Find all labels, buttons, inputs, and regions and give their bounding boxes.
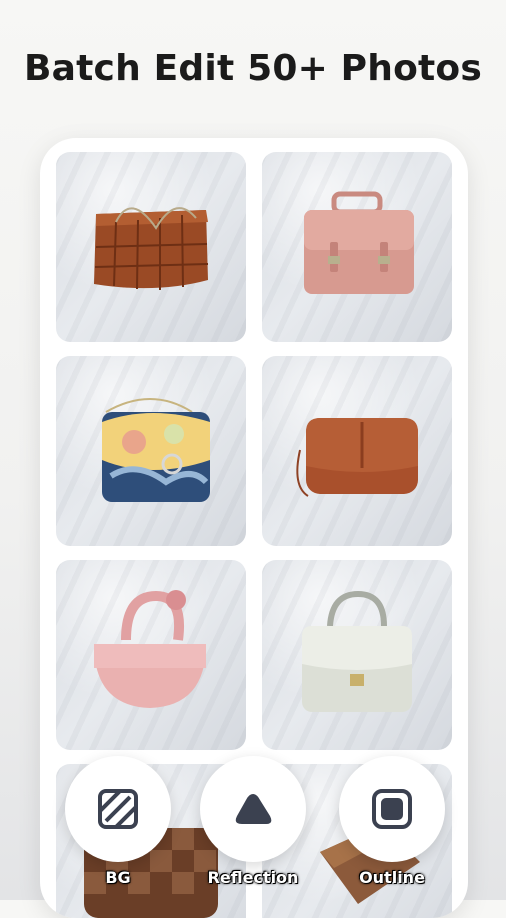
page-headline: Batch Edit 50+ Photos — [24, 48, 482, 89]
floral-bag-image — [102, 398, 210, 502]
outline-square-icon — [372, 789, 412, 829]
photo-tile-pink-half-moon[interactable] — [56, 560, 246, 750]
reflection-button[interactable] — [200, 756, 306, 862]
bg-label: BG — [105, 868, 131, 887]
pink-satchel-image — [304, 191, 414, 294]
reflection-shape-icon — [235, 794, 272, 824]
photo-tile-floral-bag[interactable] — [56, 356, 246, 546]
brown-tote-image — [94, 207, 209, 290]
photo-tile-brown-tote[interactable] — [56, 152, 246, 342]
bg-button[interactable] — [65, 756, 171, 862]
outline-button[interactable] — [339, 756, 445, 862]
outline-label: Outline — [359, 868, 425, 887]
photo-tile-silver-bag[interactable] — [262, 560, 452, 750]
photo-tile-tan-crossbody[interactable] — [262, 356, 452, 546]
stripes-square-icon — [98, 789, 138, 829]
photo-tile-pink-satchel[interactable] — [262, 152, 452, 342]
reflection-label: Reflection — [207, 868, 299, 887]
tan-crossbody-image — [296, 418, 418, 497]
pink-half-moon-image — [94, 590, 206, 708]
silver-bag-image — [302, 590, 412, 712]
